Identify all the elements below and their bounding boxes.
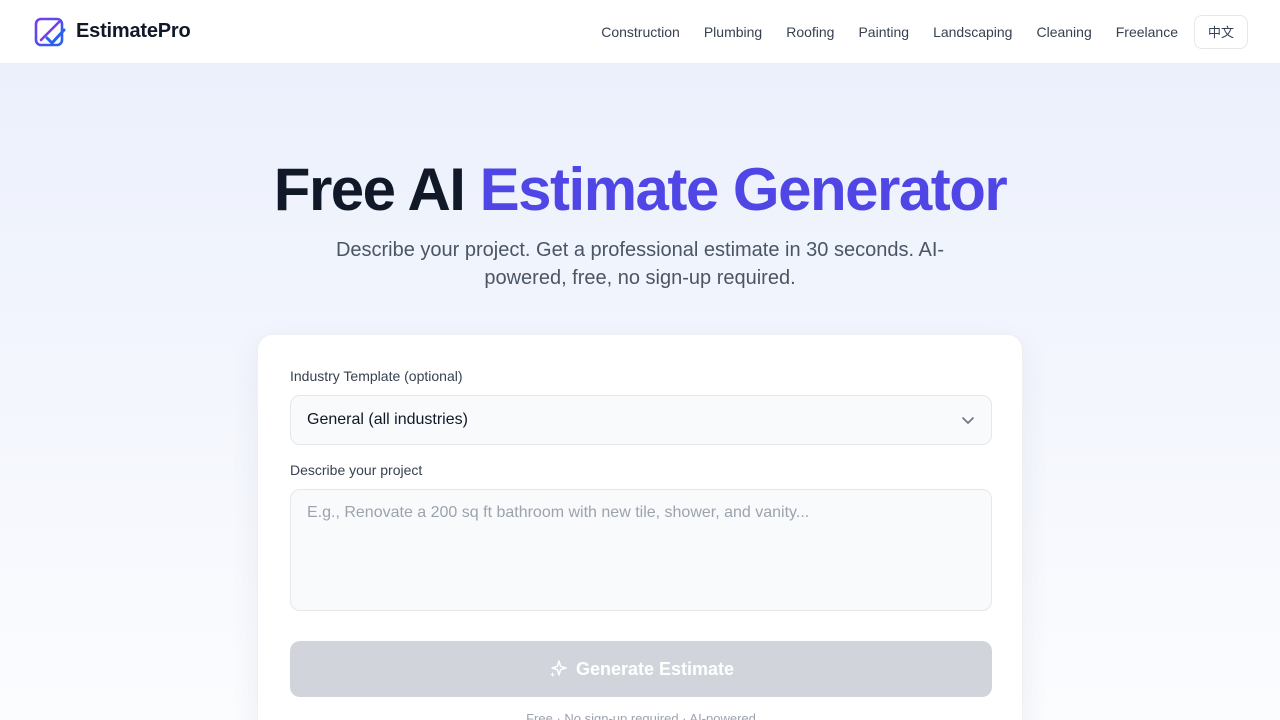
checkbox-pencil-logo-icon [34,17,66,46]
nav-link-freelance[interactable]: Freelance [1116,24,1178,40]
nav-link-painting[interactable]: Painting [858,24,909,40]
nav-link-plumbing[interactable]: Plumbing [704,24,762,40]
nav-link-construction[interactable]: Construction [601,24,680,40]
hero-title-plain: Free AI [273,156,480,223]
nav-links: Construction Plumbing Roofing Painting L… [601,14,1248,49]
generate-estimate-label: Generate Estimate [575,658,735,679]
chevron-down-icon [962,417,974,424]
hero-title: Free AI Estimate Generator [0,154,1280,226]
project-description-label: Describe your project [290,462,423,478]
brand[interactable]: EstimatePro [34,16,191,48]
brand-name: EstimatePro [76,20,191,42]
form-footnote: Free · No sign-up required · AI-powered [526,711,756,720]
industry-template-label: Industry Template (optional) [290,368,463,384]
hero-subtitle: Describe your project. Get a professiona… [335,239,945,289]
top-navbar: EstimatePro Construction Plumbing Roofin… [0,0,1280,64]
sparkles-icon [549,660,567,678]
project-description-textarea[interactable] [290,489,992,611]
industry-template-select[interactable]: General (all industries) [290,395,992,445]
nav-link-landscaping[interactable]: Landscaping [933,24,1012,40]
industry-template-value: General (all industries) [307,411,468,428]
nav-link-roofing[interactable]: Roofing [786,24,834,40]
estimate-form-card: Industry Template (optional) General (al… [257,334,1023,720]
hero-title-accent: Estimate Generator [479,156,1008,223]
language-toggle-button[interactable]: 中文 [1194,14,1248,49]
nav-link-cleaning[interactable]: Cleaning [1036,24,1091,40]
generate-estimate-button[interactable]: Generate Estimate [290,641,992,697]
